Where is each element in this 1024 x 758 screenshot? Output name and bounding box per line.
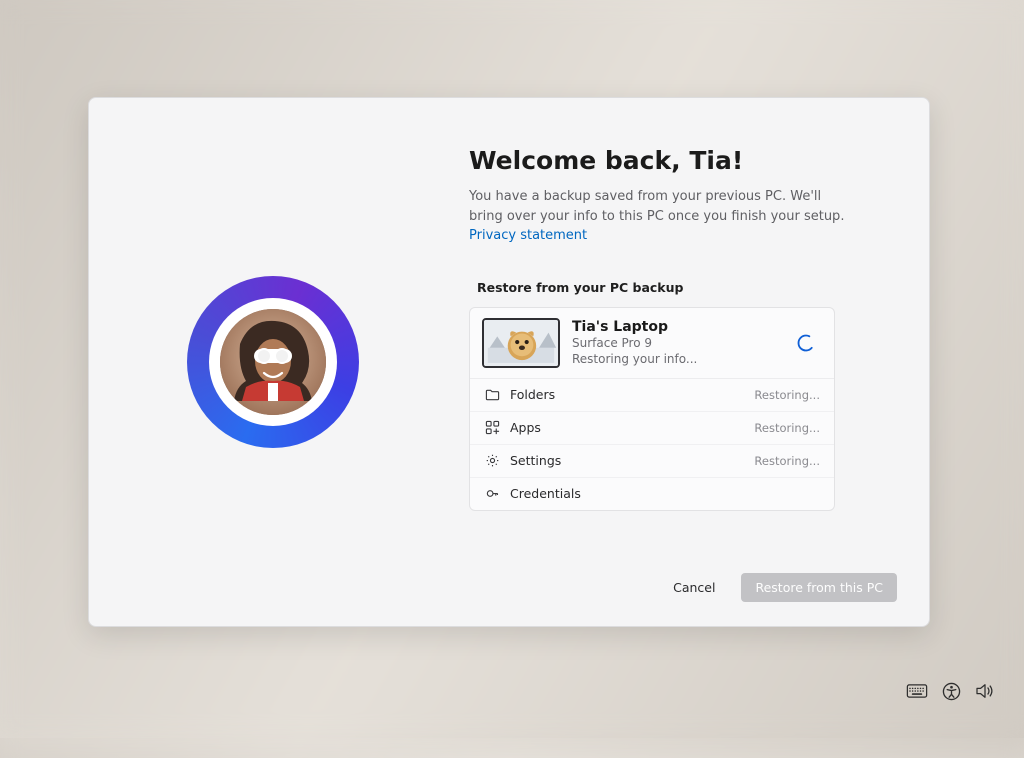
restore-from-pc-button[interactable]: Restore from this PC — [741, 573, 897, 602]
restore-card: Tia's Laptop Surface Pro 9 Restoring you… — [469, 307, 835, 511]
restore-item-list: Folders Restoring... Apps — [470, 379, 834, 510]
oobe-dialog: Welcome back, Tia! You have a backup sav… — [88, 97, 930, 627]
page-subtitle: You have a backup saved from your previo… — [469, 187, 849, 246]
spinner-icon — [796, 333, 816, 353]
avatar-ring — [187, 276, 359, 448]
device-thumbnail — [482, 318, 560, 368]
restore-item-settings: Settings Restoring... — [470, 444, 834, 477]
restore-section-label: Restore from your PC backup — [477, 280, 893, 295]
folder-icon — [484, 387, 500, 403]
right-content-pane: Welcome back, Tia! You have a backup sav… — [457, 98, 929, 626]
restore-item-status: Restoring... — [754, 388, 820, 402]
device-name: Tia's Laptop — [572, 319, 784, 335]
left-illustration-pane — [89, 98, 457, 626]
accessibility-icon[interactable] — [940, 680, 962, 702]
restore-item-folders: Folders Restoring... — [470, 379, 834, 411]
device-status: Restoring your info... — [572, 352, 784, 366]
restore-item-label: Folders — [510, 387, 744, 402]
restore-item-status: Restoring... — [754, 454, 820, 468]
backup-device-row[interactable]: Tia's Laptop Surface Pro 9 Restoring you… — [470, 308, 834, 379]
system-tray — [906, 680, 996, 702]
device-info: Tia's Laptop Surface Pro 9 Restoring you… — [572, 319, 784, 366]
privacy-statement-link[interactable]: Privacy statement — [469, 228, 587, 243]
restore-item-label: Apps — [510, 420, 744, 435]
keyboard-icon[interactable] — [906, 680, 928, 702]
apps-icon — [484, 420, 500, 436]
avatar-inner-ring — [209, 298, 337, 426]
user-avatar — [220, 309, 326, 415]
cancel-button[interactable]: Cancel — [659, 573, 729, 602]
device-model: Surface Pro 9 — [572, 336, 784, 350]
volume-icon[interactable] — [974, 680, 996, 702]
restore-item-credentials: Credentials — [470, 477, 834, 510]
restore-item-label: Settings — [510, 453, 744, 468]
page-title: Welcome back, Tia! — [469, 146, 893, 175]
dialog-footer: Cancel Restore from this PC — [457, 561, 897, 602]
settings-icon — [484, 453, 500, 469]
subtitle-text: You have a backup saved from your previo… — [469, 189, 844, 224]
restore-item-status: Restoring... — [754, 421, 820, 435]
restore-item-apps: Apps Restoring... — [470, 411, 834, 444]
key-icon — [484, 486, 500, 502]
restore-item-label: Credentials — [510, 486, 810, 501]
